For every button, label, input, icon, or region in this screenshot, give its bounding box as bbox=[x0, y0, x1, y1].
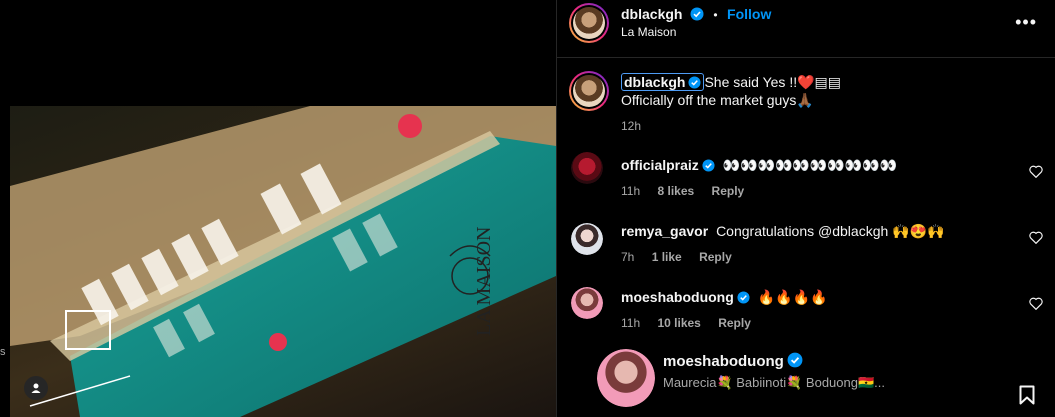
comment-time: 11h bbox=[621, 184, 641, 198]
commenter-username[interactable]: moeshaboduong bbox=[621, 289, 734, 305]
post-media[interactable]: LA MAISON s bbox=[0, 0, 556, 417]
hover-card-avatar[interactable] bbox=[597, 349, 655, 407]
media-edge-text: s bbox=[0, 346, 6, 358]
comments-section: dblackgh She said Yes !!❤️▤▤ Officially o… bbox=[557, 59, 1055, 417]
caption-line-2: Officially off the market guys🙏🏾 bbox=[621, 92, 814, 108]
profile-hover-card[interactable]: moeshaboduong Maurecia💐 Babiinoti💐 Boduo… bbox=[587, 349, 927, 417]
like-comment-heart-icon[interactable] bbox=[1029, 165, 1043, 178]
verified-badge-icon bbox=[690, 7, 704, 21]
caption-line-1: She said Yes !!❤️▤▤ bbox=[704, 74, 841, 90]
more-options-button[interactable]: ••• bbox=[1015, 12, 1037, 33]
caption-username-link[interactable]: dblackgh bbox=[621, 73, 705, 91]
post-photo: LA MAISON bbox=[10, 106, 556, 417]
comment-likes[interactable]: 1 like bbox=[652, 250, 682, 264]
tagged-users-button[interactable] bbox=[24, 376, 48, 400]
author-avatar[interactable] bbox=[569, 3, 609, 43]
hover-card-username[interactable]: moeshaboduong bbox=[663, 353, 784, 370]
commenter-avatar[interactable] bbox=[571, 287, 603, 319]
caption-avatar[interactable] bbox=[569, 71, 609, 111]
header-separator: • bbox=[713, 8, 718, 22]
comment-text: 🔥🔥🔥🔥 bbox=[757, 289, 828, 305]
commenter-username[interactable]: remya_gavor bbox=[621, 223, 708, 239]
comment-likes[interactable]: 8 likes bbox=[657, 184, 694, 198]
comment-reply-button[interactable]: Reply bbox=[718, 316, 751, 330]
save-bookmark-icon[interactable] bbox=[1019, 385, 1035, 405]
brand-text: LA MAISON bbox=[473, 227, 495, 336]
like-comment-heart-icon[interactable] bbox=[1029, 231, 1043, 244]
author-username[interactable]: dblackgh bbox=[621, 6, 682, 22]
comment-text: Congratulations @dblackgh 🙌😍🙌 bbox=[716, 223, 945, 239]
comment-time: 11h bbox=[621, 316, 641, 330]
commenter-username[interactable]: officialpraiz bbox=[621, 157, 699, 173]
verified-badge-icon bbox=[737, 291, 750, 304]
post-side-panel: dblackgh • Follow La Maison ••• dblackgh… bbox=[556, 0, 1055, 417]
caption-time: 12h bbox=[621, 119, 642, 133]
follow-button[interactable]: Follow bbox=[727, 6, 771, 22]
post-location[interactable]: La Maison bbox=[621, 25, 676, 39]
person-icon bbox=[31, 383, 41, 393]
post-header: dblackgh • Follow La Maison ••• bbox=[557, 0, 1055, 58]
commenter-avatar[interactable] bbox=[571, 223, 603, 255]
commenter-avatar[interactable] bbox=[571, 152, 603, 184]
more-horizontal-icon: ••• bbox=[1015, 12, 1037, 32]
comment-reply-button[interactable]: Reply bbox=[699, 250, 732, 264]
comment-reply-button[interactable]: Reply bbox=[712, 184, 745, 198]
verified-badge-icon bbox=[702, 159, 715, 172]
like-comment-heart-icon[interactable] bbox=[1029, 297, 1043, 310]
hover-card-bio: Maurecia💐 Babiinoti💐 Boduong🇬🇭... bbox=[663, 375, 886, 390]
verified-badge-icon bbox=[688, 76, 702, 89]
comment-likes[interactable]: 10 likes bbox=[657, 316, 700, 330]
comment-text: 👀👀👀👀👀👀👀👀👀👀 bbox=[722, 157, 898, 173]
comment-time: 7h bbox=[621, 250, 635, 264]
verified-badge-icon bbox=[787, 352, 803, 368]
photo-illustration: LA MAISON bbox=[10, 106, 556, 417]
